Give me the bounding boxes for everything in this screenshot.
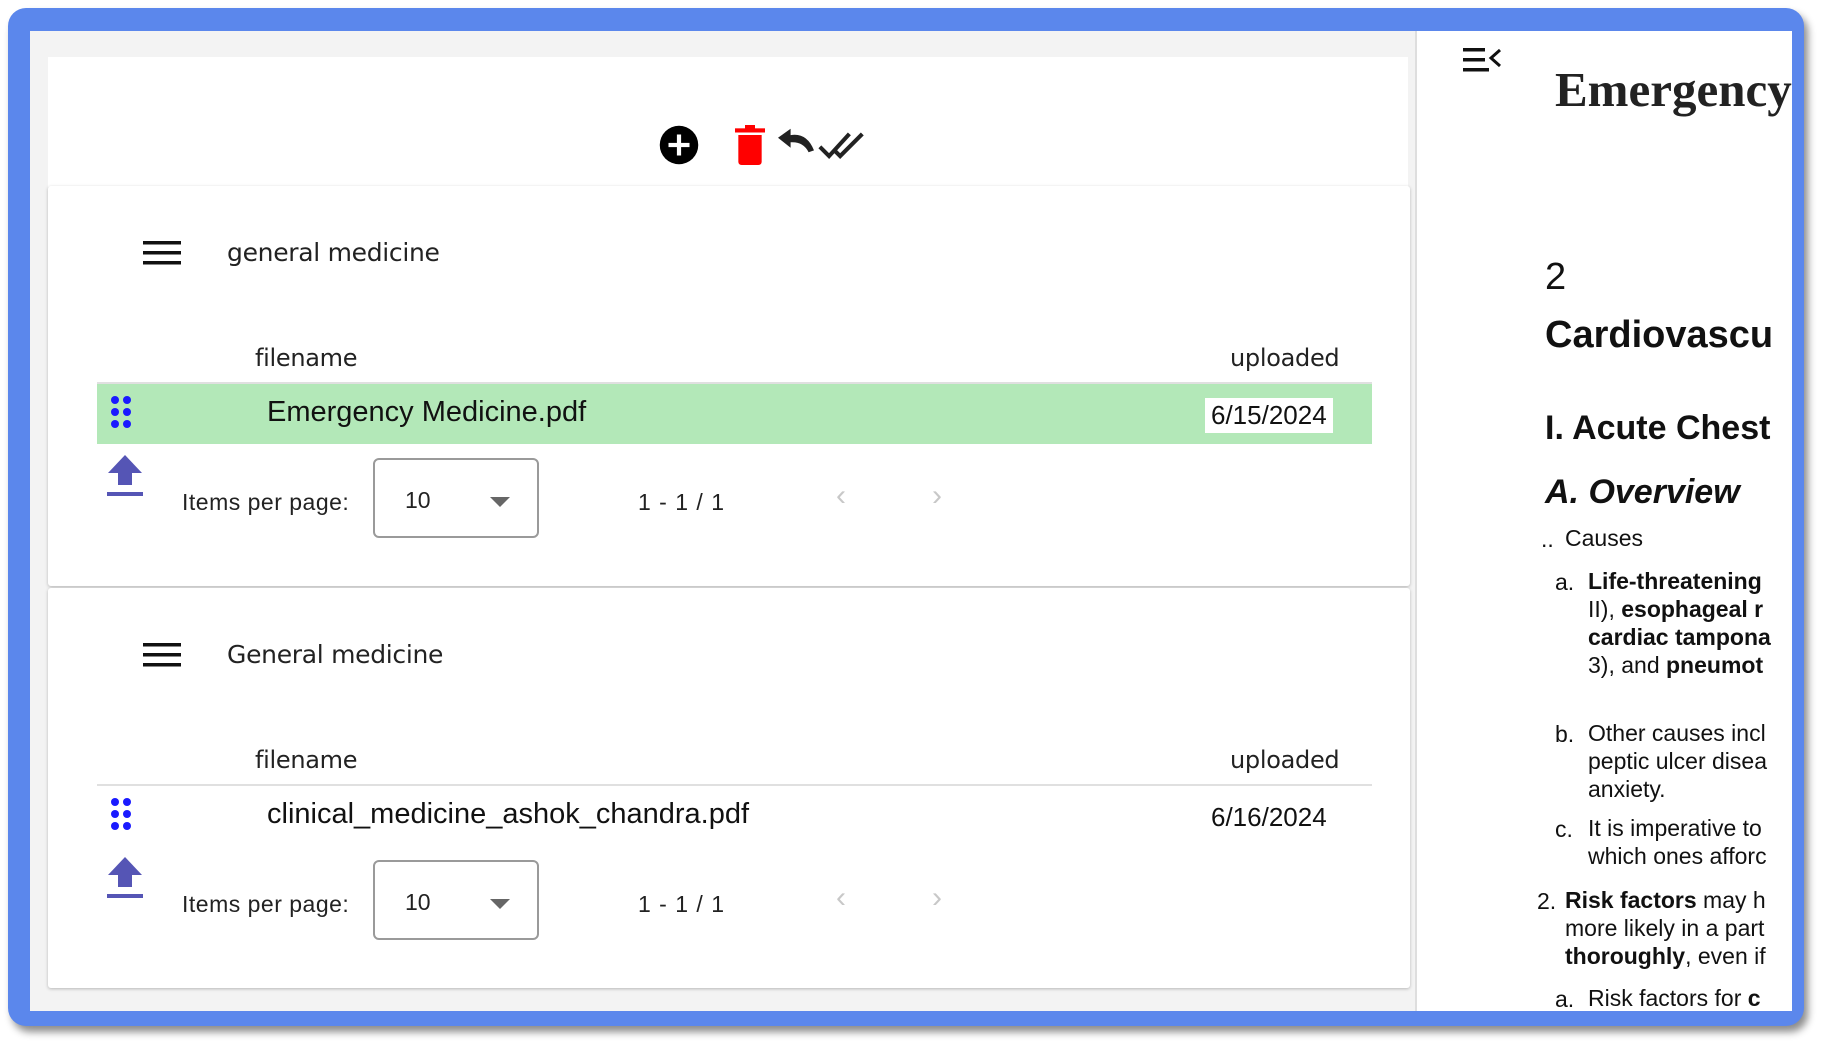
text: II), (1588, 596, 1622, 622)
dropdown-caret-icon (490, 899, 510, 909)
list-marker: b. (1555, 721, 1575, 747)
dropdown-caret-icon (490, 497, 510, 507)
window-frame: general medicine filename uploaded Emerg… (8, 8, 1804, 1026)
undo-icon[interactable] (774, 127, 818, 163)
table-row[interactable]: Emergency Medicine.pdf 6/15/2024 (97, 384, 1372, 444)
column-header-filename[interactable]: filename (255, 746, 358, 774)
paragraph-a: Life-threatening II), esophageal r cardi… (1588, 567, 1771, 679)
items-per-page-value: 10 (405, 487, 431, 513)
previous-page-icon[interactable]: ‹ (836, 881, 846, 915)
menu-icon[interactable] (143, 641, 181, 669)
menu-icon[interactable] (143, 239, 181, 267)
pagination-range: 1 - 1 / 1 (638, 891, 725, 917)
items-per-page-label: Items per page: (182, 891, 350, 917)
bold-text: pneumot (1666, 652, 1764, 678)
collection-title: General medicine (227, 640, 444, 669)
drag-handle-icon[interactable] (109, 394, 133, 435)
list-marker: .. (1541, 526, 1554, 552)
bold-text: c (1747, 985, 1761, 1011)
done-all-icon[interactable] (818, 128, 866, 162)
collection-card: general medicine filename uploaded Emerg… (48, 186, 1410, 586)
add-circle-icon[interactable] (658, 124, 700, 166)
list-text: Causes (1565, 525, 1643, 551)
text: It is imperative to (1588, 815, 1762, 841)
bold-text: esophageal r (1621, 596, 1764, 622)
previous-page-icon[interactable]: ‹ (836, 479, 846, 513)
bold-text: Life-threatening (1588, 568, 1762, 594)
upload-icon[interactable] (106, 453, 144, 502)
pdf-viewer: Emergency 2 Cardiovascu I. Acute Chest A… (1417, 31, 1792, 1011)
paragraph-b: Other causes incl peptic ulcer disea anx… (1588, 719, 1767, 803)
toc-collapse-icon[interactable] (1463, 47, 1503, 78)
column-header-filename[interactable]: filename (255, 344, 358, 372)
list-marker: a. (1555, 569, 1575, 595)
document-title: Emergency (1555, 62, 1792, 117)
paragraph-c: It is imperative to which ones afforc (1588, 814, 1767, 870)
text: Risk factors for (1588, 985, 1748, 1011)
bold-text: cardiac tampona (1588, 624, 1771, 650)
delete-icon[interactable] (730, 123, 770, 167)
text: peptic ulcer disea (1588, 748, 1767, 774)
items-per-page-label: Items per page: (182, 489, 350, 515)
list-marker: 2. (1537, 888, 1557, 914)
bold-text: thoroughly (1565, 943, 1686, 969)
text: which ones afforc (1588, 843, 1767, 869)
list-marker: c. (1555, 816, 1573, 842)
filename-cell[interactable]: clinical_medicine_ashok_chandra.pdf (267, 798, 749, 831)
app-screen: general medicine filename uploaded Emerg… (30, 31, 1792, 1011)
text: may h (1696, 887, 1766, 913)
bold-text: Risk factors (1565, 887, 1697, 913)
chapter-number: 2 (1545, 256, 1567, 298)
library-panel: general medicine filename uploaded Emerg… (30, 31, 1415, 1011)
section-heading: I. Acute Chest (1545, 409, 1771, 447)
text: Other causes incl (1588, 720, 1766, 746)
text: more likely in a part (1565, 915, 1765, 941)
items-per-page-select[interactable]: 10 (373, 860, 539, 940)
toolbar (48, 57, 1408, 187)
drag-handle-icon[interactable] (109, 796, 133, 837)
next-page-icon[interactable]: › (932, 479, 942, 513)
uploaded-cell: 6/15/2024 (1205, 398, 1333, 433)
subsection-heading: A. Overview (1545, 473, 1740, 511)
chapter-title: Cardiovascu (1545, 314, 1774, 356)
table-row[interactable]: clinical_medicine_ashok_chandra.pdf 6/16… (97, 786, 1372, 846)
collection-title: general medicine (227, 238, 440, 267)
collection-card: General medicine filename uploaded clini… (48, 588, 1410, 988)
column-header-uploaded[interactable]: uploaded (1230, 746, 1340, 774)
filename-cell[interactable]: Emergency Medicine.pdf (267, 396, 586, 429)
text: 3), and (1588, 652, 1666, 678)
paragraph-risk: Risk factors may h more likely in a part… (1565, 886, 1766, 970)
text: , even if (1685, 943, 1766, 969)
list-marker: a. (1555, 986, 1575, 1011)
items-per-page-value: 10 (405, 889, 431, 915)
next-page-icon[interactable]: › (932, 881, 942, 915)
text: anxiety. (1588, 776, 1666, 802)
column-header-uploaded[interactable]: uploaded (1230, 344, 1340, 372)
items-per-page-select[interactable]: 10 (373, 458, 539, 538)
paragraph-risk-a: Risk factors for c gender, age > 40 (1588, 984, 1761, 1011)
upload-icon[interactable] (106, 855, 144, 904)
uploaded-cell: 6/16/2024 (1211, 802, 1327, 832)
pagination-range: 1 - 1 / 1 (638, 489, 725, 515)
